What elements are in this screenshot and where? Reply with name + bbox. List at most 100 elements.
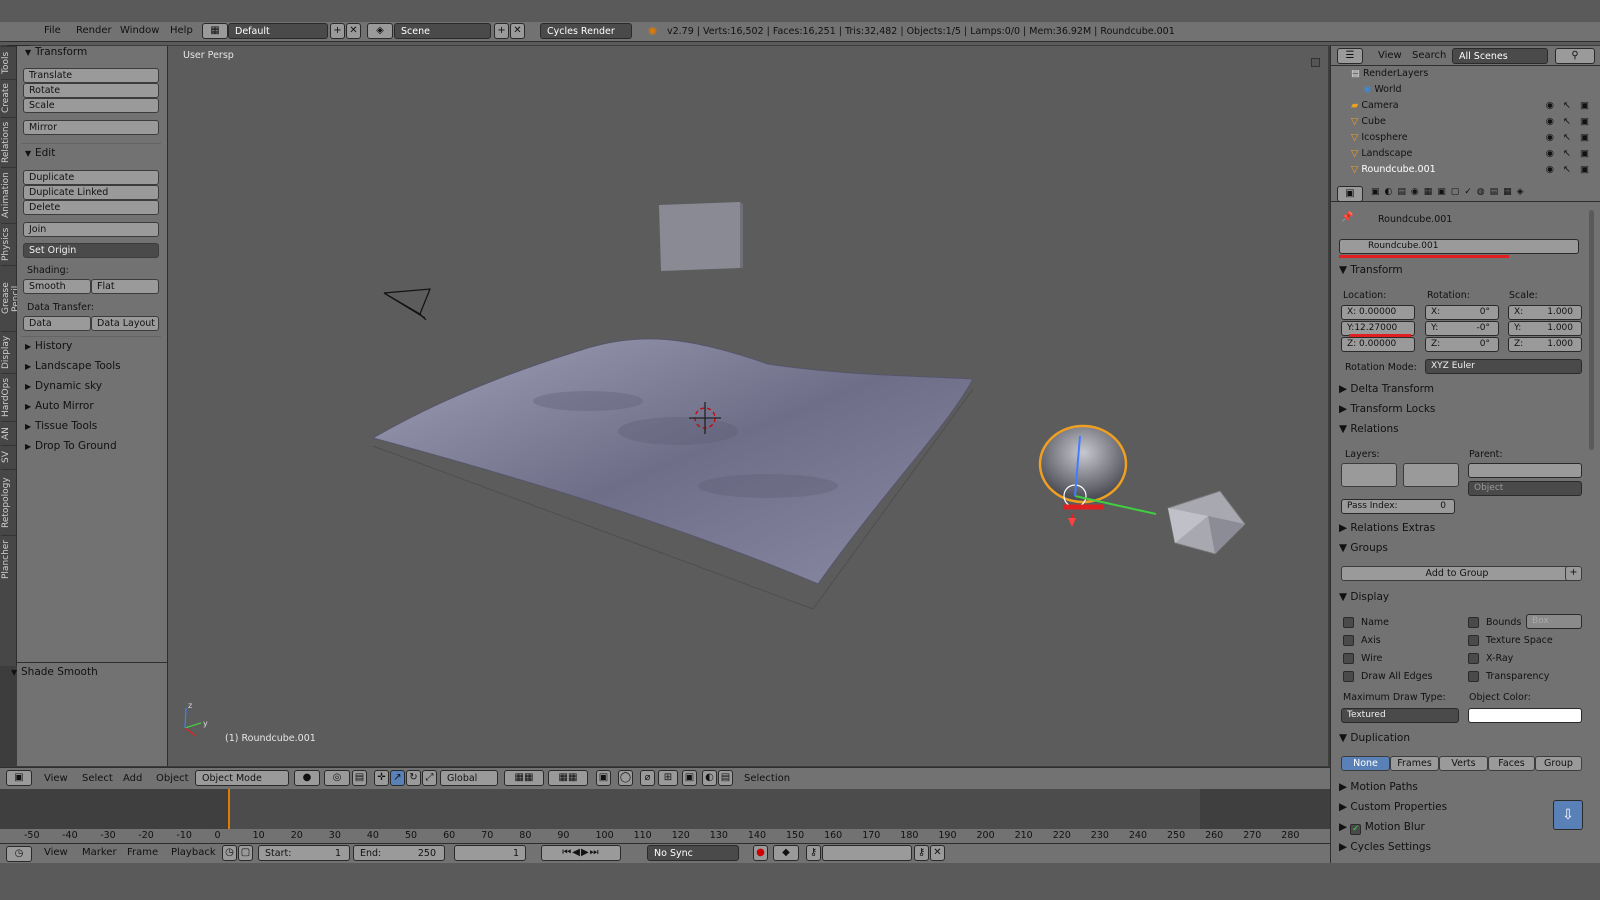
translate-manip-icon[interactable]: ↗ — [390, 770, 405, 786]
tab-display[interactable]: Display — [1, 331, 16, 373]
render-preview-icon[interactable]: ▣ — [682, 770, 697, 786]
rotation-x-field[interactable]: X: 0° — [1425, 305, 1499, 320]
outliner-item-camera[interactable]: ▰ Camera ◉ ↖ ▣ — [1351, 100, 1600, 116]
rotate-button[interactable]: Rotate — [23, 83, 159, 98]
snap-target-icon[interactable]: ⊞ — [658, 770, 678, 786]
proportional-icon[interactable]: ◯ — [618, 770, 633, 786]
layers-grid-2[interactable]: ▦▦ — [548, 770, 588, 786]
tab-create[interactable]: Create — [1, 79, 16, 117]
panel-tissue-tools[interactable]: ▶ Tissue Tools — [25, 420, 97, 432]
menu-help[interactable]: Help — [170, 25, 193, 36]
search-icon[interactable]: ⚲ — [1555, 48, 1595, 64]
layers-grid-1[interactable]: ▦▦ — [504, 770, 544, 786]
panel-auto-mirror[interactable]: ▶ Auto Mirror — [25, 400, 94, 412]
outliner-item-icosphere[interactable]: ▽ Icosphere ◉ ↖ ▣ — [1351, 132, 1600, 148]
viewport-corner-icon[interactable] — [1311, 58, 1320, 67]
tab-plancher[interactable]: Plancher — [1, 535, 16, 583]
tab-animation[interactable]: Animation — [1, 167, 16, 223]
add-to-group-button[interactable]: Add to Group — [1341, 566, 1573, 581]
menu-select[interactable]: Select — [82, 773, 113, 784]
dup-verts-button[interactable]: Verts — [1439, 756, 1488, 771]
custom-properties-panel[interactable]: ▶ Custom Properties — [1339, 801, 1447, 813]
rotate-manip-icon[interactable]: ↻ — [406, 770, 421, 786]
mirror-button[interactable]: Mirror — [23, 120, 159, 135]
axis-checkbox[interactable] — [1343, 635, 1354, 646]
insert-keyframe-icon[interactable]: ⚷ — [914, 845, 929, 861]
outliner-menu-view[interactable]: View — [1378, 50, 1402, 61]
wire-checkbox[interactable] — [1343, 653, 1354, 664]
playback-controls[interactable]: ⏮◀▶⏭ — [541, 845, 621, 861]
relations-extras-panel[interactable]: ▶ Relations Extras — [1339, 522, 1435, 534]
object-color-swatch[interactable] — [1468, 708, 1582, 723]
panel-operator-shade-smooth[interactable]: ▼ Shade Smooth — [11, 666, 98, 678]
record-icon[interactable]: ● — [753, 845, 768, 861]
tl-menu-view[interactable]: View — [44, 847, 68, 858]
name-checkbox[interactable] — [1343, 617, 1354, 628]
add-layout-icon[interactable]: + — [330, 23, 345, 39]
panel-dynamic-sky[interactable]: ▶ Dynamic sky — [25, 380, 102, 392]
tab-sv[interactable]: SV — [1, 445, 16, 469]
tab-tools[interactable]: Tools — [1, 46, 16, 79]
scale-button[interactable]: Scale — [23, 98, 159, 113]
context-tab-icons[interactable]: ▣◐▤◉▦▣▢✓◍▤▦◈ — [1371, 187, 1529, 197]
mode-select[interactable]: Object Mode — [195, 770, 289, 786]
opengl-render-icon[interactable]: ◐ — [702, 770, 717, 786]
relations-panel[interactable]: ▼ Relations — [1339, 423, 1399, 435]
transform-locks-panel[interactable]: ▶ Transform Locks — [1339, 403, 1435, 415]
motion-blur-checkbox[interactable]: ✓ — [1350, 824, 1362, 835]
end-frame-field[interactable]: End: 250 — [353, 845, 445, 861]
remove-scene-icon[interactable]: ✕ — [510, 23, 525, 39]
menu-object[interactable]: Object — [156, 773, 189, 784]
keying-icon[interactable]: ◆ — [773, 845, 799, 861]
draw-all-edges-checkbox[interactable] — [1343, 671, 1354, 682]
max-draw-type-select[interactable]: Textured — [1341, 708, 1459, 723]
layout-icon[interactable]: ▦ — [202, 23, 228, 39]
panel-transform-header[interactable]: ▼ Transform — [25, 46, 87, 58]
outliner-item-renderlayers[interactable]: ▤ RenderLayers — [1351, 68, 1600, 84]
panel-history[interactable]: ▶ History — [25, 340, 72, 352]
layout-field[interactable]: Default — [228, 23, 328, 39]
current-frame-field[interactable]: 1 — [454, 845, 526, 861]
groups-panel[interactable]: ▼ Groups — [1339, 542, 1388, 554]
scale-x-field[interactable]: X: 1.000 — [1508, 305, 1582, 320]
outliner-item-cube[interactable]: ▽ Cube ◉ ↖ ▣ — [1351, 116, 1600, 132]
texture-space-checkbox[interactable] — [1468, 635, 1479, 646]
panel-landscape-tools[interactable]: ▶ Landscape Tools — [25, 360, 121, 372]
pass-index-field[interactable]: Pass Index: 0 — [1341, 499, 1455, 514]
object-name-field[interactable]: Roundcube.001 — [1339, 239, 1579, 254]
transparency-checkbox[interactable] — [1468, 671, 1479, 682]
menu-file[interactable]: File — [44, 25, 61, 36]
shading-icon[interactable]: ● — [294, 770, 320, 786]
sync-select[interactable]: No Sync — [647, 845, 739, 861]
duplicate-button[interactable]: Duplicate — [23, 170, 159, 185]
opengl-anim-icon[interactable]: ▤ — [718, 770, 733, 786]
pin-icon[interactable]: 📌 — [1341, 212, 1353, 223]
dup-frames-button[interactable]: Frames — [1390, 756, 1439, 771]
editor-type-properties-icon[interactable]: ▣ — [1337, 186, 1363, 202]
xray-checkbox[interactable] — [1468, 653, 1479, 664]
dup-faces-button[interactable]: Faces — [1488, 756, 1535, 771]
smooth-button[interactable]: Smooth — [23, 279, 91, 294]
rotation-mode-select[interactable]: XYZ Euler — [1425, 359, 1582, 374]
panel-edit-header[interactable]: ▼ Edit — [25, 147, 55, 159]
tl-menu-frame[interactable]: Frame — [127, 847, 158, 858]
set-origin-select[interactable]: Set Origin — [23, 243, 159, 258]
editor-type-timeline-icon[interactable]: ◷ — [6, 846, 32, 862]
outliner-item-landscape[interactable]: ▽ Landscape ◉ ↖ ▣ — [1351, 148, 1600, 164]
delete-button[interactable]: Delete — [23, 200, 159, 215]
add-group-icon[interactable]: + — [1565, 566, 1582, 581]
remove-layout-icon[interactable]: ✕ — [346, 23, 361, 39]
tab-physics[interactable]: Physics — [1, 223, 16, 265]
outliner-item-world[interactable]: ◉ World — [1363, 84, 1600, 100]
menu-view[interactable]: View — [44, 773, 68, 784]
display-mode-select[interactable]: All Scenes — [1452, 48, 1548, 64]
editor-type-outliner-icon[interactable]: ☰ — [1337, 48, 1363, 64]
properties-scrollbar[interactable] — [1589, 210, 1594, 450]
rotation-y-field[interactable]: Y: -0° — [1425, 321, 1499, 336]
flat-button[interactable]: Flat — [91, 279, 159, 294]
start-frame-field[interactable]: Start: 1 — [258, 845, 350, 861]
delete-keyframe-icon[interactable]: ✕ — [930, 845, 945, 861]
data-layout-button[interactable]: Data Layout — [91, 316, 159, 331]
outliner-item-roundcube-selected[interactable]: ▽ Roundcube.001 ◉ ↖ ▣ — [1351, 164, 1600, 180]
lock-icon[interactable]: ▣ — [596, 770, 611, 786]
